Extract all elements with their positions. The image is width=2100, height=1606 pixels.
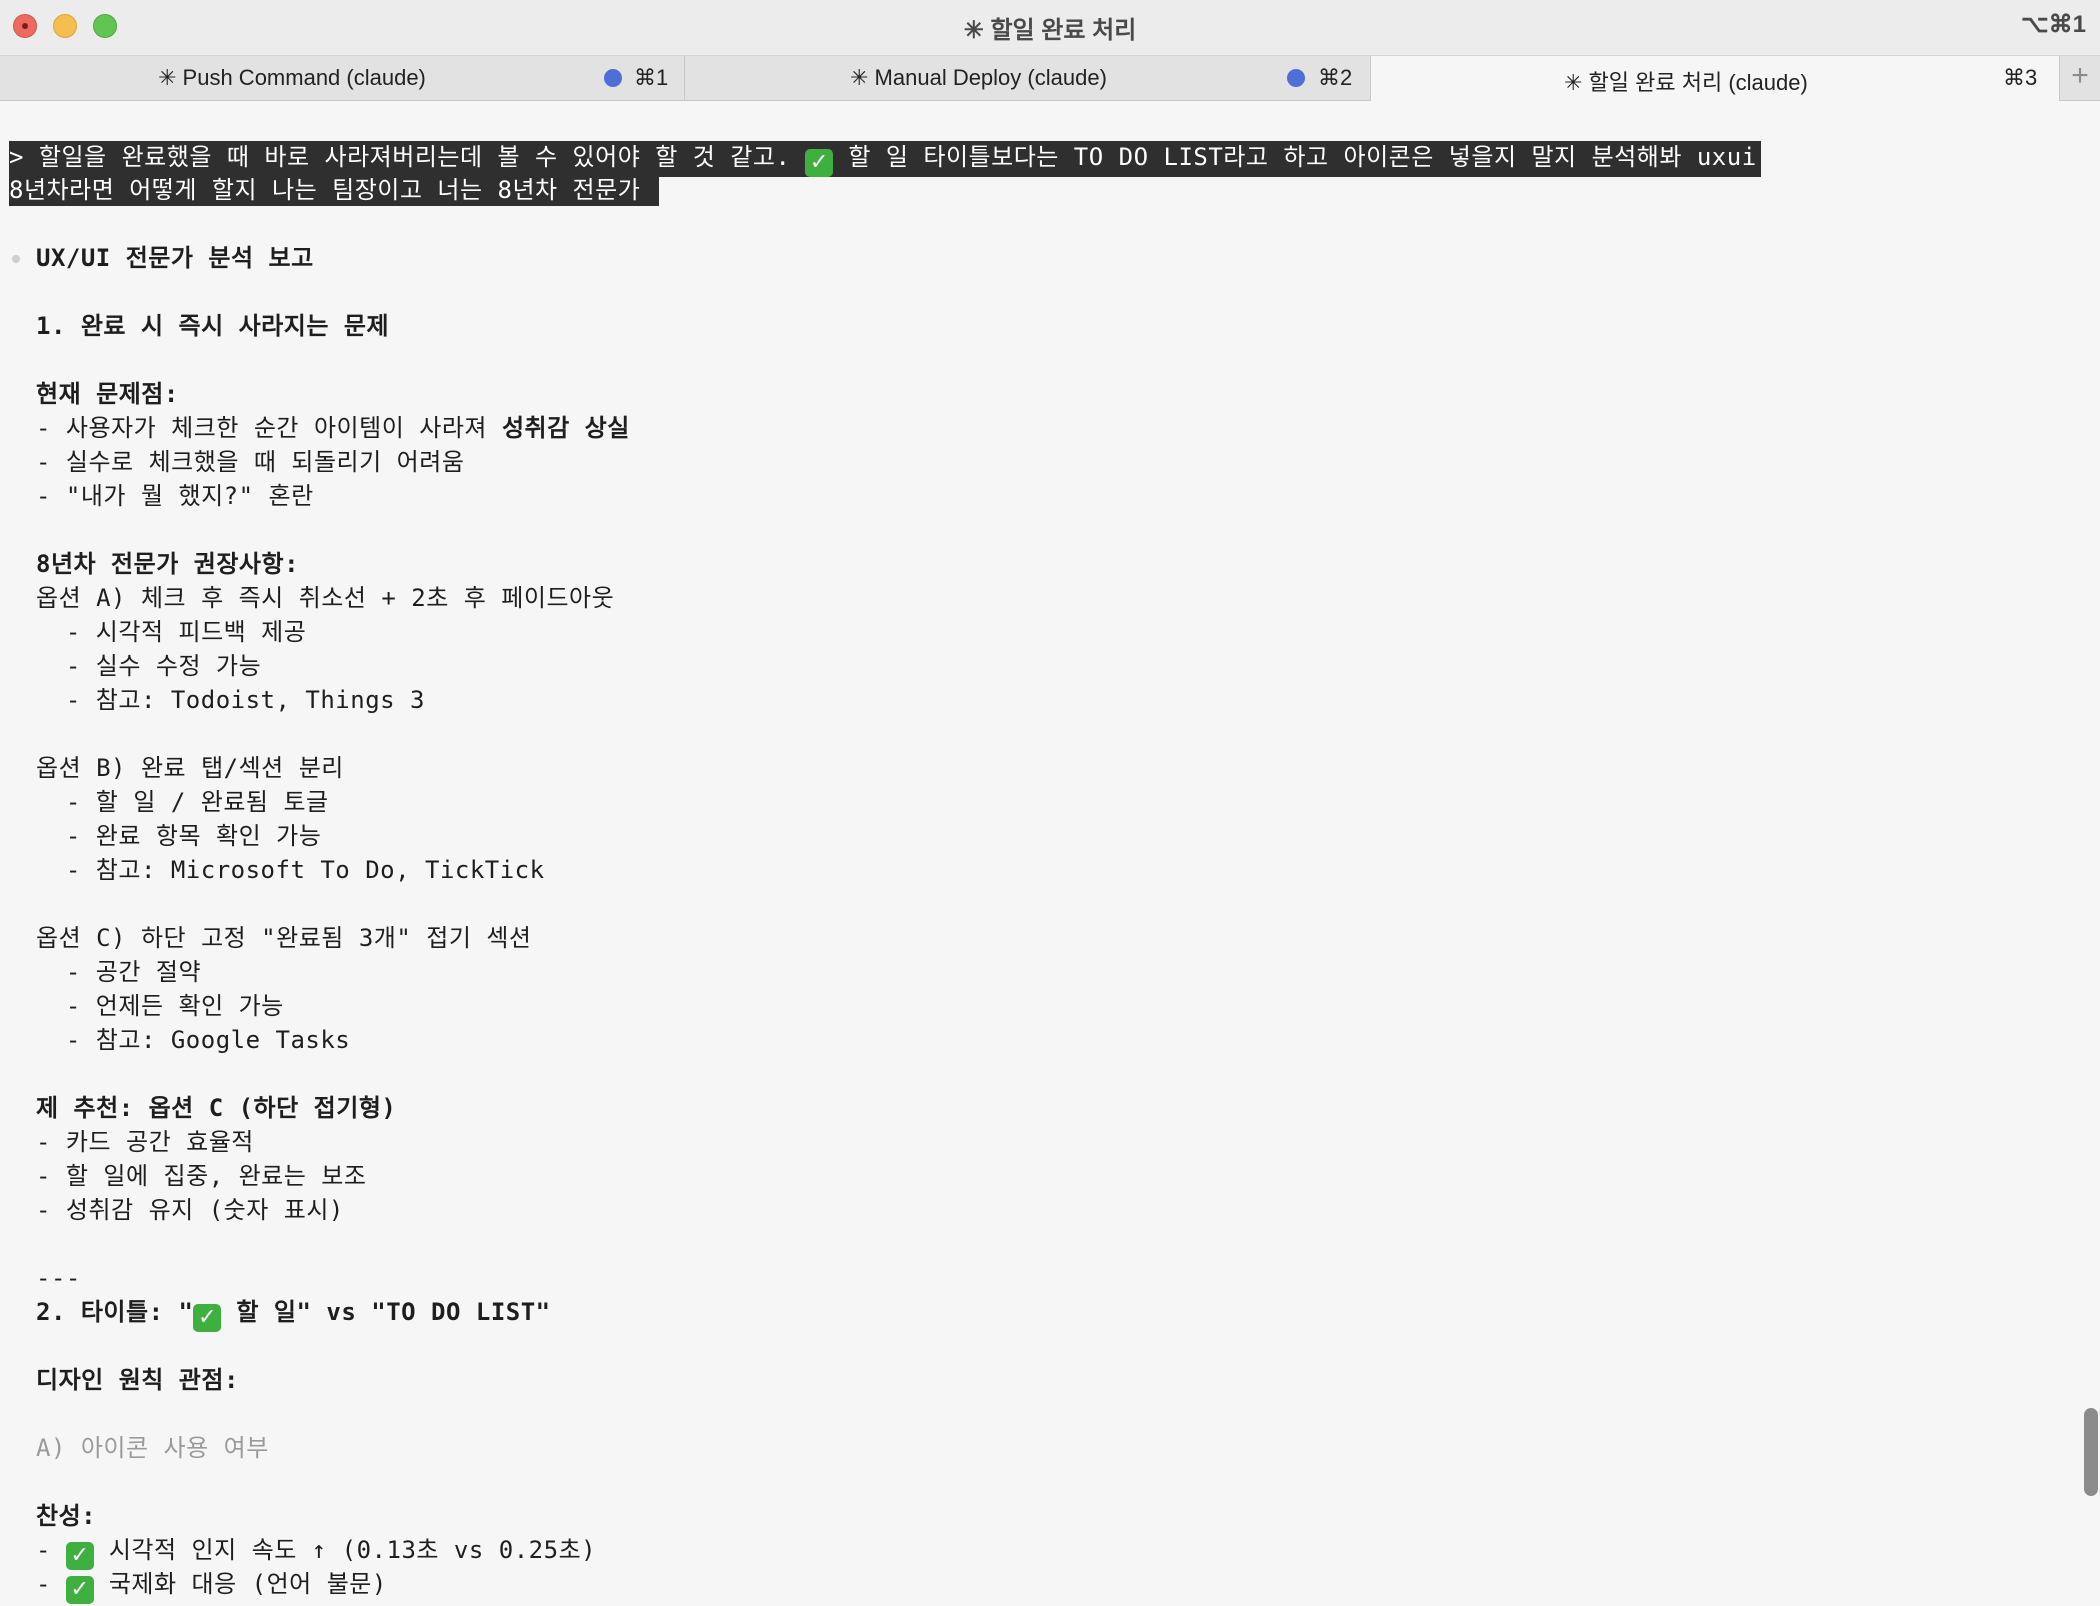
- section-2-text: 할 일" vs "TO DO LIST": [221, 1298, 551, 1326]
- option-a-item: - 실수 수정 가능: [36, 652, 262, 680]
- report-heading: UX/UI 전문가 분석 보고: [36, 244, 314, 272]
- option-c-item: - 공간 절약: [36, 958, 202, 986]
- pro-title: 찬성:: [36, 1502, 97, 1530]
- tab-shortcut: ⌘2: [1318, 65, 1353, 90]
- option-c: 옵션 C) 하단 고정 "완료됨 3개" 접기 섹션: [36, 924, 532, 952]
- tab-todo-complete[interactable]: ✳ 할일 완료 처리 (claude) ⌘3: [1371, 56, 2060, 101]
- pro-item: - ✓ 국제화 대응 (언어 불문): [36, 1568, 387, 1604]
- tab-push-command[interactable]: ✳ Push Command (claude) ⌘1: [0, 56, 685, 100]
- option-a: 옵션 A) 체크 후 즉시 취소선 + 2초 후 페이드아웃: [36, 584, 615, 612]
- terminal-output[interactable]: > 할일을 완료했을 때 바로 사라져버리는데 볼 수 있어야 할 것 같고. …: [0, 101, 2080, 1606]
- new-tab-button[interactable]: +: [2060, 56, 2100, 100]
- response-bullet-icon: [12, 255, 20, 263]
- option-b-item: - 할 일 / 완료됨 토글: [36, 788, 329, 816]
- option-a-item: - 시각적 피드백 제공: [36, 618, 307, 646]
- problem-item: - 사용자가 체크한 순간 아이템이 사라져 성취감 상실: [36, 412, 630, 444]
- section-1-title: 1. 완료 시 즉시 사라지는 문제: [36, 312, 390, 340]
- recommendation-item: - 성취감 유지 (숫자 표시): [36, 1196, 344, 1224]
- title-bar: ✳ 할일 완료 처리 ⌥⌘1: [0, 0, 2100, 56]
- current-problems-title: 현재 문제점:: [36, 380, 179, 408]
- icon-usage-subtitle: A) 아이콘 사용 여부: [36, 1434, 269, 1462]
- user-prompt-line-1: > 할일을 완료했을 때 바로 사라져버리는데 볼 수 있어야 할 것 같고. …: [9, 141, 1761, 177]
- problem-text: - 사용자가 체크한 순간 아이템이 사라져: [36, 414, 502, 442]
- tab-manual-deploy[interactable]: ✳ Manual Deploy (claude) ⌘2: [685, 56, 1371, 100]
- checkmark-icon: ✓: [65, 1576, 94, 1604]
- pro-dash: -: [36, 1536, 66, 1564]
- window-shortcut: ⌥⌘1: [2020, 11, 2086, 38]
- option-c-item: - 참고: Google Tasks: [36, 1026, 351, 1054]
- recommendation-item: - 카드 공간 효율적: [36, 1128, 254, 1156]
- checkmark-icon: ✓: [65, 1542, 94, 1570]
- option-a-item: - 참고: Todoist, Things 3: [36, 686, 425, 714]
- tab-shortcut: ⌘3: [2003, 65, 2038, 90]
- vertical-scrollbar[interactable]: [2084, 1408, 2098, 1496]
- option-b-item: - 참고: Microsoft To Do, TickTick: [36, 856, 545, 884]
- checkmark-icon: ✓: [193, 1304, 222, 1332]
- prompt-text: > 할일을 완료했을 때 바로 사라져버리는데 볼 수 있어야 할 것 같고.: [9, 143, 806, 171]
- option-c-item: - 언제든 확인 가능: [36, 992, 284, 1020]
- tab-label: ✳ Push Command (claude): [158, 65, 426, 90]
- problem-emphasis: 성취감 상실: [501, 414, 630, 442]
- recommendation-item: - 할 일에 집중, 완료는 보조: [36, 1162, 367, 1190]
- tab-bar: ✳ Push Command (claude) ⌘1 ✳ Manual Depl…: [0, 56, 2100, 101]
- checkmark-icon: ✓: [805, 149, 834, 177]
- window-title: ✳ 할일 완료 처리: [963, 17, 1137, 44]
- pro-text: 시각적 인지 속도 ↑ (0.13초 vs 0.25초): [93, 1536, 597, 1564]
- tab-label: ✳ Manual Deploy (claude): [850, 65, 1107, 90]
- my-recommendation: 제 추천: 옵션 C (하단 접기형): [36, 1094, 397, 1122]
- problem-item: - 실수로 체크했을 때 되돌리기 어려움: [36, 448, 465, 476]
- design-principle-title: 디자인 원칙 관점:: [36, 1366, 239, 1394]
- activity-dot-icon: [1287, 69, 1305, 87]
- pro-item: - ✓ 시각적 인지 속도 ↑ (0.13초 vs 0.25초): [36, 1534, 596, 1570]
- option-b: 옵션 B) 완료 탭/섹션 분리: [36, 754, 344, 782]
- pro-text: 국제화 대응 (언어 불문): [93, 1570, 387, 1598]
- problem-item: - "내가 뭘 했지?" 혼란: [36, 482, 314, 510]
- recommend-title: 8년차 전문가 권장사항:: [36, 550, 300, 578]
- section-2-title: 2. 타이틀: " ✓ 할 일" vs "TO DO LIST": [36, 1296, 551, 1332]
- prompt-text: 할 일 타이틀보다는 TO DO LIST라고 하고 아이콘은 넣을지 말지 분…: [833, 143, 1757, 171]
- tab-label: ✳ 할일 완료 처리 (claude): [1564, 70, 1808, 95]
- activity-dot-icon: [604, 69, 622, 87]
- pro-dash: -: [36, 1570, 66, 1598]
- user-prompt-line-2: 8년차라면 어떻게 할지 나는 팀장이고 너는 8년차 전문가: [9, 174, 660, 206]
- tab-shortcut: ⌘1: [634, 65, 669, 90]
- divider: ---: [36, 1264, 81, 1292]
- section-2-text: 2. 타이틀: ": [36, 1298, 194, 1326]
- option-b-item: - 완료 항목 확인 가능: [36, 822, 322, 850]
